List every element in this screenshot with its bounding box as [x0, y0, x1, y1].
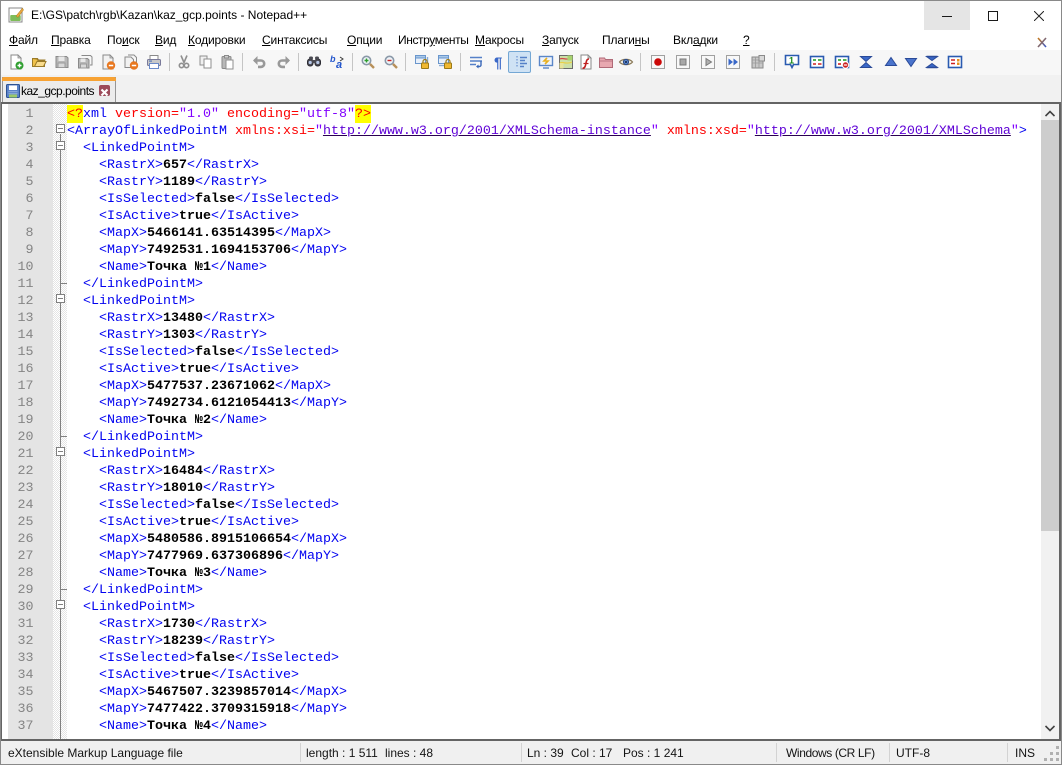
svg-text:1: 1: [789, 56, 794, 66]
svg-text:¶: ¶: [494, 55, 502, 71]
